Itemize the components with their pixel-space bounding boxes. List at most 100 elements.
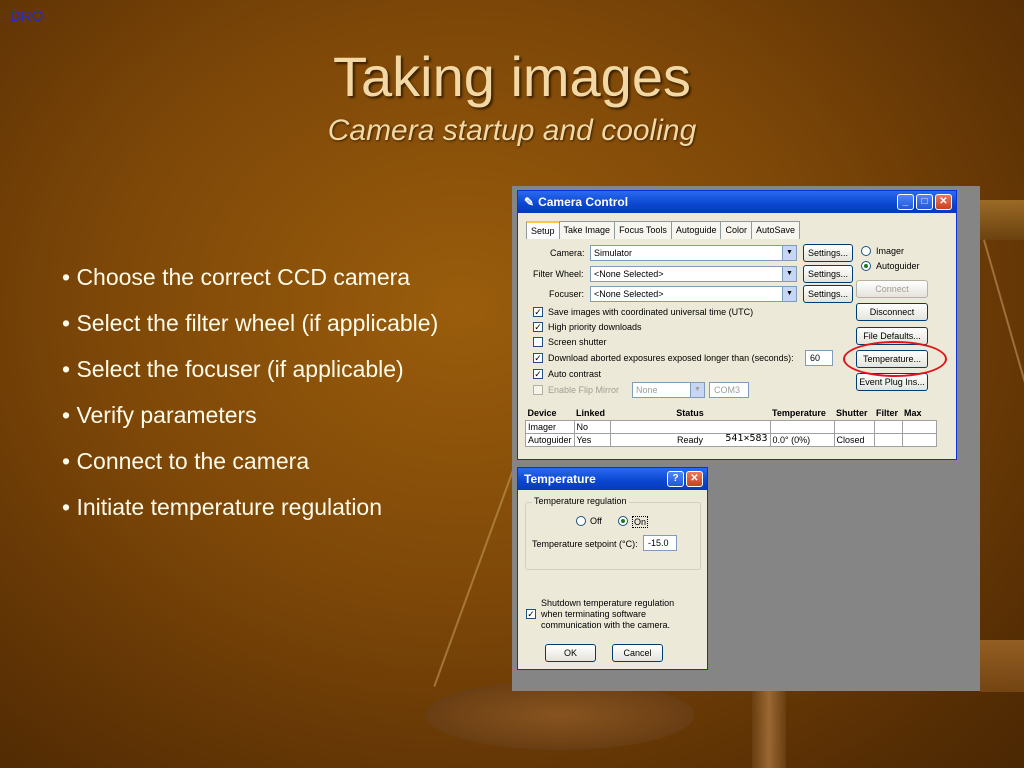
ok-button[interactable]: OK [545,644,596,662]
option-checkbox-high-priority[interactable]: ✓ [533,322,543,332]
grid-header-cell: Device [527,408,557,419]
option-label-download-aborted: Download aborted exposures exposed longe… [548,353,794,363]
slide-subtitle: Camera startup and cooling [327,114,697,147]
option-label-auto-contrast: Auto contrast [548,369,602,379]
minimize-button[interactable]: _ [897,194,914,210]
filter-wheel-select-value: <None Selected> [594,269,664,279]
bullet-item: • Verify parameters [62,402,257,428]
autoguider-radio-label: Autoguider [876,261,920,271]
shutdown-label-line: Shutdown temperature regulation [541,598,675,608]
filter-wheel-label: Filter Wheel: [533,269,584,279]
temperature-regulation-group: Temperature regulation Off On Temperatur… [525,496,701,570]
scale-string-decoration [983,239,1024,404]
grid-header-cell: Temperature [772,408,826,419]
camera-control-titlebar[interactable]: ✎ Camera Control _ □ ✕ [518,191,956,213]
setpoint-label: Temperature setpoint (°C): [532,539,638,549]
telescope-icon: ✎ [524,195,535,209]
chevron-down-icon: ▼ [782,246,796,260]
option-checkbox-screen-shutter[interactable] [533,337,543,347]
dimensions-overlay: 541×583 [725,432,768,444]
tab-take-image[interactable]: Take Image [558,221,616,239]
grid-cell [901,432,938,447]
imager-radio-label: Imager [876,246,905,256]
slide-title: Taking images [333,45,691,108]
shutdown-regulation-checkbox[interactable]: ✓ [526,609,536,619]
option-checkbox-flip-mirror[interactable] [533,385,543,395]
shutdown-label-line: communication with the camera. [541,620,671,630]
grid-cell: 0.0° (0%) [769,432,835,447]
cancel-button[interactable]: Cancel [612,644,663,662]
connect-button[interactable]: Connect [856,280,928,298]
flip-mirror-port-value: COM3 [714,385,741,395]
grid-cell: Imager [525,419,575,434]
close-button[interactable]: ✕ [686,471,703,487]
filter-wheel-select[interactable]: <None Selected> ▼ [590,266,797,282]
bullet-list: • Choose the correct CCD camera • Select… [62,262,502,538]
regulation-off-radio[interactable] [576,516,586,526]
imager-radio[interactable] [861,246,871,256]
tab-autosave[interactable]: AutoSave [750,221,801,239]
temperature-dialog-titlebar[interactable]: Temperature ? ✕ [518,468,707,490]
autoguider-radio[interactable] [861,261,871,271]
shutdown-regulation-label: Shutdown temperature regulation when ter… [541,598,674,631]
tab-color[interactable]: Color [720,221,752,239]
status-text: Ready [677,434,704,445]
grid-cell: Autoguider [525,432,575,447]
flip-mirror-port-field[interactable]: COM3 [709,382,749,398]
camera-settings-button[interactable]: Settings... [803,244,853,262]
shutdown-label-line: when terminating software [541,609,647,619]
regulation-on-label: On [632,516,649,528]
bullet-item: • Connect to the camera [62,448,310,474]
setpoint-field[interactable]: -15.0 [643,535,677,551]
grid-cell: Yes [573,432,611,447]
chevron-down-icon: ▼ [690,383,704,397]
grid-header-cell: Filter [876,408,899,419]
option-checkbox-utc[interactable]: ✓ [533,307,543,317]
disconnect-button[interactable]: Disconnect [856,303,928,321]
camera-select-value: Simulator [594,248,633,258]
focuser-label: Focuser: [549,289,585,299]
grid-cell [901,419,938,434]
window-title: Camera Control [538,195,629,209]
flip-mirror-select[interactable]: None ▼ [632,382,705,398]
camera-control-window: ✎ Camera Control _ □ ✕ Setup Take Image … [517,190,957,460]
bullet-item: • Select the focuser (if applicable) [62,356,404,382]
tab-autoguide[interactable]: Autoguide [670,221,722,239]
chevron-down-icon: ▼ [782,287,796,301]
camera-select[interactable]: Simulator ▼ [590,245,797,261]
focuser-select[interactable]: <None Selected> ▼ [590,286,797,302]
focuser-select-value: <None Selected> [594,289,664,299]
option-checkbox-download-aborted[interactable]: ✓ [533,353,543,363]
close-button[interactable]: ✕ [935,194,952,210]
tab-focus-tools[interactable]: Focus Tools [614,221,672,239]
tab-setup[interactable]: Setup [526,221,560,239]
focuser-settings-button[interactable]: Settings... [803,285,853,303]
grid-header-cell: Shutter [836,408,868,419]
grid-cell [833,419,875,434]
grid-cell [873,419,903,434]
regulation-off-label: Off [590,516,602,526]
abort-seconds-field[interactable]: 60 [805,350,833,366]
table-row[interactable]: Imager No [525,419,938,434]
maximize-button[interactable]: □ [916,194,933,210]
filter-wheel-settings-button[interactable]: Settings... [803,265,853,283]
option-label-flip-mirror: Enable Flip Mirror [548,385,620,395]
regulation-on-radio[interactable] [618,516,628,526]
option-label-screen-shutter: Screen shutter [548,337,607,347]
device-status-grid: Device Linked Status Temperature Shutter… [525,407,938,447]
grid-header-cell: Max [904,408,922,419]
group-legend: Temperature regulation [532,496,629,506]
grid-cell: Closed [833,432,875,447]
grid-cell [873,432,903,447]
abort-seconds-value: 60 [810,353,821,363]
temperature-dialog: Temperature ? ✕ Temperature regulation O… [517,467,708,670]
grid-cell [769,419,835,434]
scale-base-decoration [980,640,1024,692]
option-checkbox-auto-contrast[interactable]: ✓ [533,369,543,379]
table-row[interactable]: Autoguider Yes Ready 541×583 0.0° (0%) C… [525,432,938,447]
camera-label: Camera: [550,248,585,258]
help-button[interactable]: ? [667,471,684,487]
option-label-high-priority: High priority downloads [548,322,642,332]
bullet-item: • Select the filter wheel (if applicable… [62,310,439,336]
grid-cell: Ready 541×583 [609,432,771,447]
